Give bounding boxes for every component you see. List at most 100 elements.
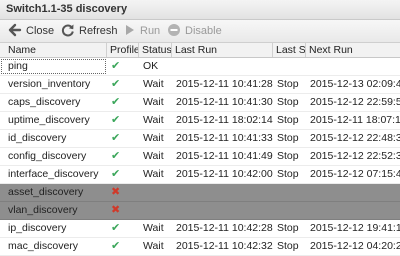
table-row[interactable]: vlan_discovery ✖ <box>0 202 400 220</box>
row-last-status: Stop <box>277 150 299 162</box>
row-last-status <box>273 184 306 201</box>
row-next-run: 2015-12-12 22:59:56 <box>310 96 400 108</box>
table-row[interactable]: interface_discovery ✔ Wait 2015-12-11 10:42… <box>0 166 400 184</box>
refresh-button-label: Refresh <box>79 25 118 37</box>
row-status: Wait <box>143 150 164 162</box>
table-row[interactable]: id_discovery ✔ Wait 2015-12-11 10:41:33 Stop… <box>0 130 400 148</box>
row-next-run: 2015-12-12 07:15:47 <box>310 168 400 180</box>
window-titlebar: Switch1.1-35 discovery <box>0 0 400 20</box>
row-status: Wait <box>143 240 164 252</box>
row-last-status: Stop <box>277 114 299 126</box>
row-last-run: 2015-12-11 10:41:30 <box>176 96 273 108</box>
table-row[interactable]: version_inventory ✔ Wait 2015-12-11 10:41:2… <box>0 76 400 94</box>
row-last-run <box>172 58 273 75</box>
row-name: asset_discovery <box>8 186 84 198</box>
row-name: version_inventory <box>8 78 91 90</box>
table-row[interactable]: config_discovery ✔ Wait 2015-12-11 10:41:49… <box>0 148 400 166</box>
row-next-run: 2015-12-12 19:41:16 <box>310 222 400 234</box>
row-profile: ✔ <box>107 238 139 255</box>
disable-button-label: Disable <box>185 25 222 37</box>
toolbar: Close Refresh Run Disable <box>0 20 400 43</box>
column-header-last-status[interactable]: Last St <box>273 43 306 57</box>
row-status: OK <box>143 60 159 72</box>
row-last-status: Stop <box>277 96 299 108</box>
row-status <box>139 202 172 219</box>
refresh-button[interactable]: Refresh <box>61 23 118 39</box>
close-button[interactable]: Close <box>8 23 54 39</box>
check-icon: ✔ <box>111 168 121 180</box>
row-profile: ✔ <box>107 76 139 93</box>
row-last-run: 2015-12-11 10:41:49 <box>176 150 273 162</box>
row-next-run: 2015-12-12 22:48:30 <box>310 132 400 144</box>
row-profile: ✔ <box>107 58 139 75</box>
row-last-status <box>273 58 306 75</box>
row-last-status: Stop <box>277 132 299 144</box>
table-row[interactable]: ping ✔ OK <box>0 58 400 76</box>
row-name: caps_discovery <box>8 96 81 108</box>
row-name: interface_discovery <box>8 168 99 180</box>
check-icon: ✔ <box>111 96 121 108</box>
row-status: Wait <box>143 78 164 90</box>
row-last-status: Stop <box>277 78 299 90</box>
check-icon: ✔ <box>111 78 121 90</box>
row-next-run <box>306 202 400 219</box>
row-next-run: 2015-12-12 04:20:24 <box>310 240 400 252</box>
row-profile: ✔ <box>107 220 139 237</box>
play-icon <box>126 25 134 35</box>
row-status: Wait <box>143 222 164 234</box>
row-last-run: 2015-12-11 10:42:32 <box>176 240 273 252</box>
row-last-run: 2015-12-11 10:42:00 <box>176 168 273 180</box>
check-icon: ✔ <box>111 222 121 234</box>
row-name: ping <box>0 58 107 75</box>
row-name: uptime_discovery <box>8 114 90 126</box>
row-status: Wait <box>143 132 164 144</box>
row-profile: ✖ <box>107 184 139 201</box>
table-row[interactable]: ip_discovery ✔ Wait 2015-12-11 10:42:28 Stop… <box>0 220 400 238</box>
row-profile: ✔ <box>107 166 139 183</box>
cross-icon: ✖ <box>111 186 121 198</box>
table-row[interactable]: mac_discovery ✔ Wait 2015-12-11 10:42:32 Sto… <box>0 238 400 256</box>
column-header-profile[interactable]: Profile <box>107 43 139 57</box>
row-name: ip_discovery <box>8 222 67 234</box>
minus-circle-icon <box>168 24 180 36</box>
row-next-run: 2015-12-13 02:09:41 <box>310 78 400 90</box>
row-next-run: 2015-12-11 18:07:13 <box>310 114 400 126</box>
table-header: Name Profile Status Last Run Last St Nex… <box>0 43 400 58</box>
window-title: Switch1.1-35 discovery <box>6 3 128 15</box>
row-name: id_discovery <box>8 132 67 144</box>
row-last-run: 2015-12-11 10:42:28 <box>176 222 273 234</box>
row-next-run: 2015-12-12 22:52:33 <box>310 150 400 162</box>
check-icon: ✔ <box>111 150 121 162</box>
check-icon: ✔ <box>111 240 121 252</box>
refresh-icon <box>61 24 74 37</box>
row-status: Wait <box>143 168 164 180</box>
row-next-run <box>306 184 400 201</box>
table-row[interactable]: uptime_discovery ✔ Wait 2015-12-11 18:02:14… <box>0 112 400 130</box>
row-status: Wait <box>143 114 164 126</box>
run-button[interactable]: Run <box>122 23 160 39</box>
row-last-run <box>172 202 273 219</box>
row-status: Wait <box>143 96 164 108</box>
check-icon: ✔ <box>111 132 121 144</box>
table-row[interactable]: asset_discovery ✖ <box>0 184 400 202</box>
table-row[interactable]: caps_discovery ✔ Wait 2015-12-11 10:41:30 St… <box>0 94 400 112</box>
column-header-status[interactable]: Status <box>139 43 172 57</box>
row-status <box>139 184 172 201</box>
check-icon: ✔ <box>111 114 121 126</box>
row-last-status <box>273 202 306 219</box>
row-profile: ✔ <box>107 130 139 147</box>
row-name: mac_discovery <box>8 240 79 252</box>
row-last-run: 2015-12-11 10:41:33 <box>176 132 273 144</box>
disable-button[interactable]: Disable <box>167 23 222 39</box>
column-header-next-run[interactable]: Next Run <box>306 43 400 57</box>
row-next-run <box>306 58 400 75</box>
row-last-status: Stop <box>277 240 299 252</box>
column-header-name[interactable]: Name <box>0 43 107 57</box>
row-last-run: 2015-12-11 18:02:14 <box>176 114 273 126</box>
check-icon: ✔ <box>111 60 121 72</box>
row-profile: ✔ <box>107 94 139 111</box>
row-last-run <box>172 184 273 201</box>
row-profile: ✔ <box>107 112 139 129</box>
row-profile: ✖ <box>107 202 139 219</box>
column-header-last-run[interactable]: Last Run <box>172 43 273 57</box>
